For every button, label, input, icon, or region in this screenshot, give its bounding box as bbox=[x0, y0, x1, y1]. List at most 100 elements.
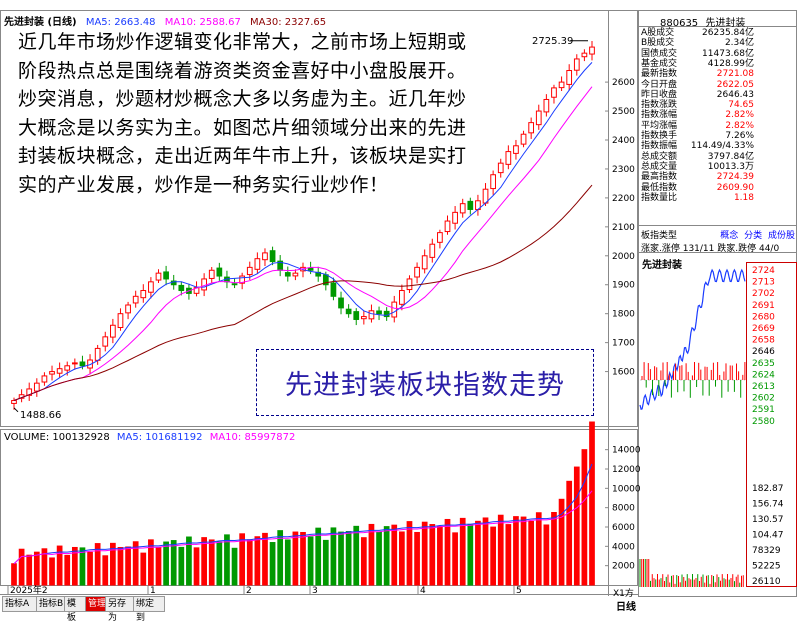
volume-bar bbox=[338, 531, 344, 586]
candlestick bbox=[155, 272, 162, 281]
volume-bar bbox=[18, 548, 25, 586]
mini-price-label: 2658 bbox=[752, 336, 775, 346]
candlestick bbox=[330, 282, 337, 297]
quote-value: 3797.84亿 bbox=[707, 151, 754, 162]
candlestick bbox=[399, 290, 405, 305]
volume-bar bbox=[543, 524, 550, 586]
candlestick bbox=[148, 281, 154, 293]
tab-daily[interactable]: 日线 bbox=[616, 598, 636, 613]
chart-header: 先进封装 (日线) MA5: 2663.48 MA10: 2588.67 MA3… bbox=[4, 13, 326, 28]
candlestick bbox=[497, 162, 504, 174]
board-link-category[interactable]: 分类 bbox=[744, 231, 762, 241]
status-tab-bind-to[interactable]: 绑定到 bbox=[133, 596, 165, 623]
essay-text: 近几年市场炒作逻辑变化非常大，之前市场上短期或阶段热点总是围绕着游资类资金喜好中… bbox=[18, 31, 467, 196]
volume-bar bbox=[459, 517, 466, 586]
candlestick bbox=[140, 290, 147, 299]
candlestick bbox=[376, 310, 382, 315]
volume-bar bbox=[178, 546, 185, 586]
price-tick-label: 2300 bbox=[612, 165, 635, 175]
candlestick bbox=[79, 361, 86, 367]
mini-price-label: 2724 bbox=[752, 266, 775, 276]
date-tick-label: 5 bbox=[516, 586, 522, 596]
candlestick bbox=[284, 272, 291, 277]
volume-bar bbox=[315, 527, 322, 586]
volume-bar bbox=[551, 512, 557, 586]
volume-bar bbox=[368, 523, 375, 586]
volume-bar bbox=[429, 524, 436, 586]
chart-caption: 先进封装板块指数走势 bbox=[256, 349, 594, 416]
volume-bar bbox=[170, 540, 177, 586]
candlestick bbox=[437, 232, 443, 243]
volume-ma10-legend: MA10: 85997872 bbox=[209, 432, 296, 443]
board-link-components[interactable]: 成份股 bbox=[768, 231, 795, 241]
quote-row: 指数涨幅 2.82% bbox=[641, 110, 754, 120]
volume-bar bbox=[201, 537, 207, 586]
vol-tick-label: 2000 bbox=[612, 562, 635, 572]
candlestick bbox=[246, 266, 253, 276]
volume-bar bbox=[421, 521, 428, 586]
candlestick bbox=[368, 310, 375, 320]
candlestick bbox=[467, 200, 474, 210]
date-tick-label: 2 bbox=[246, 586, 252, 596]
quote-value: 114.49/4.33% bbox=[690, 141, 754, 152]
quote-row: 总成交额 3797.84亿 bbox=[641, 152, 754, 162]
volume-bar bbox=[505, 524, 512, 586]
candlestick bbox=[543, 98, 550, 113]
volume-bar bbox=[573, 466, 580, 586]
quote-label: 指数振幅 bbox=[641, 141, 678, 152]
quote-label: 总成交量 bbox=[641, 161, 678, 172]
quote-label: 最高指数 bbox=[641, 172, 678, 183]
volume-bar bbox=[284, 539, 291, 586]
candlestick bbox=[262, 252, 268, 261]
candlestick bbox=[406, 278, 413, 291]
candlestick bbox=[535, 110, 542, 126]
candlestick bbox=[589, 46, 595, 55]
volume-bar bbox=[262, 532, 268, 586]
volume-bar bbox=[102, 555, 109, 586]
price-tick-label: 2200 bbox=[612, 194, 635, 204]
mini-price-label: 2613 bbox=[752, 382, 775, 392]
mini-vol-label: 78329 bbox=[752, 546, 781, 556]
candlestick bbox=[520, 133, 527, 145]
quote-value: 11473.68亿 bbox=[702, 48, 754, 59]
volume-bar bbox=[444, 518, 451, 586]
volume-bar bbox=[528, 520, 535, 586]
volume-bar bbox=[292, 531, 299, 586]
low-annotation-line bbox=[13, 407, 19, 413]
candlestick bbox=[110, 324, 116, 338]
mini-vol-label: 130.57 bbox=[752, 515, 784, 525]
price-tick-label: 1900 bbox=[612, 281, 635, 291]
mini-price-label: 2669 bbox=[752, 324, 775, 334]
board-link-concept[interactable]: 概念 bbox=[720, 231, 738, 241]
candlestick bbox=[490, 174, 496, 190]
candlestick bbox=[513, 145, 519, 154]
quote-label: 指数量比 bbox=[641, 192, 678, 203]
price-tick-label: 2000 bbox=[612, 252, 635, 262]
high-annotation: 2725.39 bbox=[532, 36, 573, 47]
candlestick bbox=[414, 266, 420, 278]
volume-header: VOLUME: 100132928 MA5: 101681192 MA10: 8… bbox=[4, 432, 295, 443]
volume-bar bbox=[11, 563, 17, 586]
quote-value: 2.82% bbox=[725, 110, 754, 121]
quote-row: 总成交量 10013.3万 bbox=[641, 162, 754, 172]
candlestick bbox=[208, 269, 215, 279]
candlestick bbox=[292, 272, 299, 277]
candlestick bbox=[338, 297, 344, 309]
vol-tick-label: 8000 bbox=[612, 504, 635, 514]
quote-row: 国债成交 11473.68亿 bbox=[641, 49, 754, 59]
vol-tick-label: 4000 bbox=[612, 542, 635, 552]
candlestick bbox=[49, 371, 55, 375]
candlestick bbox=[566, 70, 573, 85]
candlestick bbox=[269, 250, 276, 263]
candlestick bbox=[307, 267, 314, 271]
vol-tick-label: 10000 bbox=[612, 484, 641, 494]
volume-bar bbox=[79, 547, 86, 586]
candlestick bbox=[505, 151, 512, 165]
candlestick bbox=[33, 382, 40, 392]
mini-price-label: 2591 bbox=[752, 405, 775, 415]
intraday-price-line bbox=[639, 268, 746, 410]
status-tab-indicator-a[interactable]: 指标A bbox=[2, 596, 38, 612]
mini-vol-label: 182.87 bbox=[752, 484, 784, 494]
quote-row: 昨日收盘 2646.43 bbox=[641, 90, 754, 100]
mini-chart-title: 先进封装 bbox=[642, 260, 682, 271]
